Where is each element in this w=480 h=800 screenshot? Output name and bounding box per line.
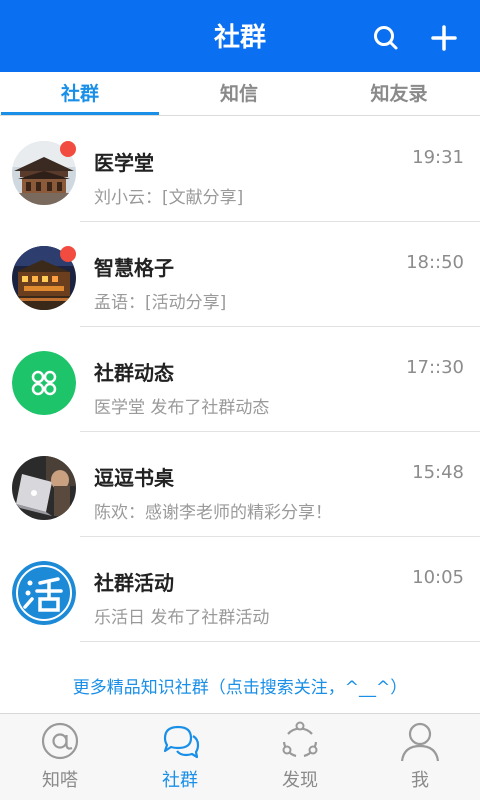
list-item[interactable]: 医学堂 19:31 刘小云：[文献分享] (0, 117, 480, 222)
nav-item-zhida[interactable]: 知嗒 (0, 714, 120, 800)
conversation-title: 社群动态 (94, 361, 174, 385)
unread-dot (60, 141, 76, 157)
list-item[interactable]: 社群活动 10:05 乐活日 发布了社群活动 (0, 537, 480, 642)
conversation-preview: 孟语：[活动分享] (94, 293, 227, 313)
app-header: 社群 (0, 0, 480, 72)
search-button[interactable] (366, 18, 406, 58)
nav-item-discover[interactable]: 发现 (240, 714, 360, 800)
conversation-preview: 乐活日 发布了社群活动 (94, 608, 270, 628)
green-grid-icon-avatar (12, 351, 76, 415)
list-item[interactable]: 智慧格子 18::50 孟语：[活动分享] (0, 222, 480, 327)
tab-contacts[interactable]: 知友录 (320, 72, 478, 116)
laptop-photo-avatar (12, 456, 76, 520)
active-tab-indicator (1, 112, 159, 115)
nav-label: 社群 (162, 770, 198, 791)
list-item[interactable]: 社群动态 17::30 医学堂 发布了社群动态 (0, 327, 480, 432)
conversation-preview: 陈欢：感谢李老师的精彩分享！ (94, 503, 332, 523)
at-sign-icon (41, 722, 79, 760)
conversation-title: 智慧格子 (94, 256, 174, 280)
conversation-title: 医学堂 (94, 151, 154, 175)
tab-bar: 社群 知信 知友录 (0, 72, 480, 116)
add-button[interactable] (424, 18, 464, 58)
divider (80, 641, 480, 642)
conversation-preview: 刘小云：[文献分享] (94, 188, 244, 208)
conversation-preview: 医学堂 发布了社群动态 (94, 398, 270, 418)
conversation-title: 逗逗书桌 (94, 466, 174, 490)
tab-messages[interactable]: 知信 (160, 72, 318, 116)
unread-dot (60, 246, 76, 262)
conversation-time: 15:48 (412, 462, 464, 483)
discover-icon (282, 721, 318, 758)
search-icon (374, 26, 398, 50)
more-communities-link[interactable]: 更多精品知识社群（点击搜索关注，^__^） (0, 673, 480, 698)
nav-label: 发现 (282, 770, 318, 791)
person-icon (400, 722, 440, 762)
app-screen: 社群 社群 知信 知友录 医学堂 19:31 刘小云：[文献分享] 智慧格子 1… (0, 0, 480, 800)
page-title: 社群 (213, 23, 266, 53)
nav-label: 知嗒 (42, 770, 78, 791)
huo-character-icon-avatar (12, 561, 76, 625)
plus-icon (431, 25, 457, 51)
list-item[interactable]: 逗逗书桌 15:48 陈欢：感谢李老师的精彩分享！ (0, 432, 480, 537)
conversation-time: 17::30 (406, 357, 464, 378)
conversation-time: 19:31 (412, 147, 464, 168)
tab-community[interactable]: 社群 (1, 72, 159, 116)
nav-label: 我 (411, 770, 429, 791)
conversation-time: 10:05 (412, 567, 464, 588)
chat-bubbles-icon (163, 725, 200, 759)
conversation-time: 18::50 (406, 252, 464, 273)
nav-item-me[interactable]: 我 (360, 714, 480, 800)
bottom-navigation: 知嗒 社群 发现 我 (0, 713, 480, 800)
nav-item-community[interactable]: 社群 (120, 714, 240, 800)
conversation-title: 社群活动 (94, 571, 174, 595)
